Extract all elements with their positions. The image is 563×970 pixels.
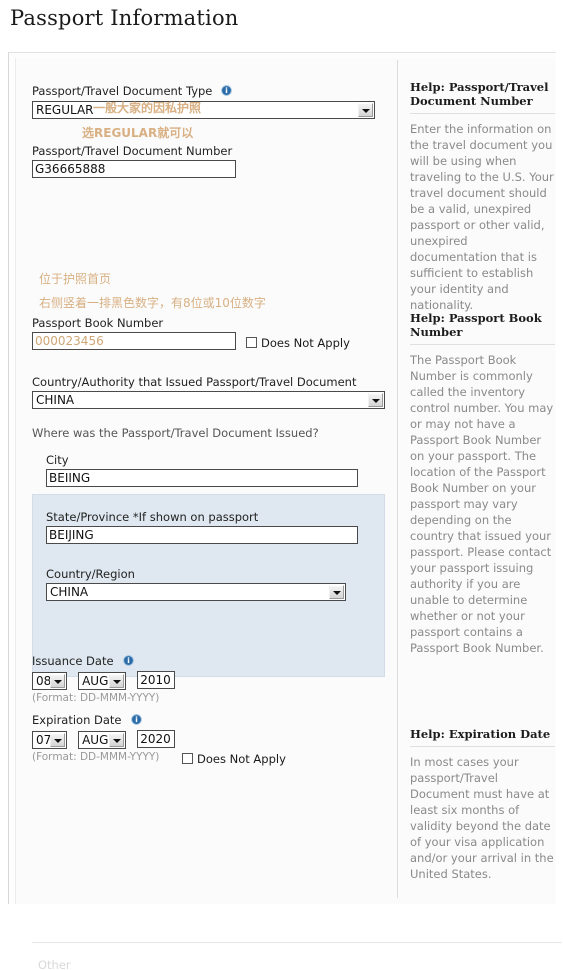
annotation-document-type: 一般大家的因私护照 [93,101,202,115]
help-block-document-number: Help: Passport/Travel Document Number En… [410,80,555,313]
city-input[interactable] [46,469,358,487]
field-document-type: Passport/Travel Document Type REGULAR [32,80,377,119]
annotation-choose-regular: 选REGULAR就可以 [82,126,194,140]
book-number-not-apply-label: Does Not Apply [261,336,350,350]
info-icon[interactable] [130,710,142,725]
form-frame: Passport/Travel Document Type REGULAR 一般… [8,52,562,970]
document-type-value: REGULAR [36,103,94,117]
state-province-input[interactable] [46,526,358,544]
document-type-label: Passport/Travel Document Type [32,84,213,98]
field-city: City [46,449,358,487]
issuance-date-format-hint: (Format: DD-MMM-YYYY) [32,692,160,704]
document-number-input[interactable] [32,160,236,178]
expiration-date-label: Expiration Date [32,713,122,727]
field-expiration-date: Expiration Date 07 AUG 2020 (Format: DD-… [32,709,176,763]
document-number-label: Passport/Travel Document Number [32,144,233,158]
country-region-select[interactable]: CHINA [46,583,346,601]
chevron-down-icon[interactable] [50,674,65,688]
help-body: The Passport Book Number is commonly cal… [410,353,554,655]
city-label: City [46,453,69,467]
field-state-province: State/Province *If shown on passport [46,506,358,544]
field-book-number: Passport Book Number [32,312,242,350]
issuance-date-day-select[interactable]: 08 [32,672,67,690]
expiration-date-not-apply-label: Does Not Apply [197,752,286,766]
document-type-select[interactable]: REGULAR [32,101,375,119]
chevron-down-icon[interactable] [368,393,383,407]
expiration-date-not-apply[interactable]: Does Not Apply [182,748,286,767]
help-divider [410,344,555,345]
chevron-down-icon[interactable] [358,103,373,117]
state-province-label: State/Province *If shown on passport [46,510,259,524]
expiration-date-format-hint: (Format: DD-MMM-YYYY) [32,751,160,763]
issued-where-question-label: Where was the Passport/Travel Document I… [32,426,319,440]
issuing-country-value: CHINA [36,393,75,407]
checkbox-does-not-apply[interactable] [246,337,257,348]
chevron-down-icon[interactable] [50,733,65,747]
form-left-column: Passport/Travel Document Type REGULAR 一般… [16,58,396,904]
book-number-not-apply[interactable]: Does Not Apply [246,332,350,351]
chevron-down-icon[interactable] [109,674,125,688]
issued-where-question: Where was the Passport/Travel Document I… [32,422,319,441]
help-body: In most cases your passport/Travel Docum… [410,755,554,881]
field-issuance-date: Issuance Date 08 AUG 2010 (Format: DD-MM… [32,650,176,704]
issuance-date-year-input[interactable] [137,671,176,689]
column-divider [397,60,398,898]
expiration-date-month-select[interactable]: AUG [78,731,127,749]
help-block-book-number: Help: Passport Book Number The Passport … [410,311,555,656]
issuance-date-label: Issuance Date [32,654,114,668]
chevron-down-icon[interactable] [329,585,344,599]
info-icon[interactable] [122,651,134,666]
form-frame-inner: Passport/Travel Document Type REGULAR 一般… [15,58,562,970]
help-body: Enter the information on the travel docu… [410,122,554,312]
field-document-number: Passport/Travel Document Number [32,140,242,178]
book-number-input[interactable] [32,332,236,350]
help-column: Help: Passport/Travel Document Number En… [410,58,562,904]
issuance-date-month-select[interactable]: AUG [78,672,127,690]
field-country-region: Country/Region CHINA [46,563,346,601]
annotation-book-location-1: 位于护照首页 [39,272,112,286]
chevron-down-icon[interactable] [109,733,125,747]
footer-cut-text: Other [38,958,71,970]
checkbox-does-not-apply[interactable] [182,753,193,764]
help-divider [410,113,555,114]
expiration-date-day-select[interactable]: 07 [32,731,67,749]
issuing-country-label: Country/Authority that Issued Passport/T… [32,375,357,389]
page-title: Passport Information [10,6,239,30]
help-title: Help: Passport Book Number [410,311,542,339]
field-issuing-country: Country/Authority that Issued Passport/T… [32,371,385,409]
help-block-expiration-date: Help: Expiration Date In most cases your… [410,727,555,882]
help-divider [410,746,555,747]
help-title: Help: Expiration Date [410,727,551,741]
annotation-book-location-2: 右侧竖着一排黑色数字，有8位或10位数字 [39,296,266,310]
country-region-label: Country/Region [46,567,135,581]
expiration-date-year-input[interactable] [137,730,176,748]
book-number-label: Passport Book Number [32,316,164,330]
help-title: Help: Passport/Travel Document Number [410,80,549,108]
info-icon[interactable] [221,81,233,96]
issuing-country-select[interactable]: CHINA [32,391,385,409]
bottom-divider [32,942,562,943]
country-region-value: CHINA [50,585,89,599]
